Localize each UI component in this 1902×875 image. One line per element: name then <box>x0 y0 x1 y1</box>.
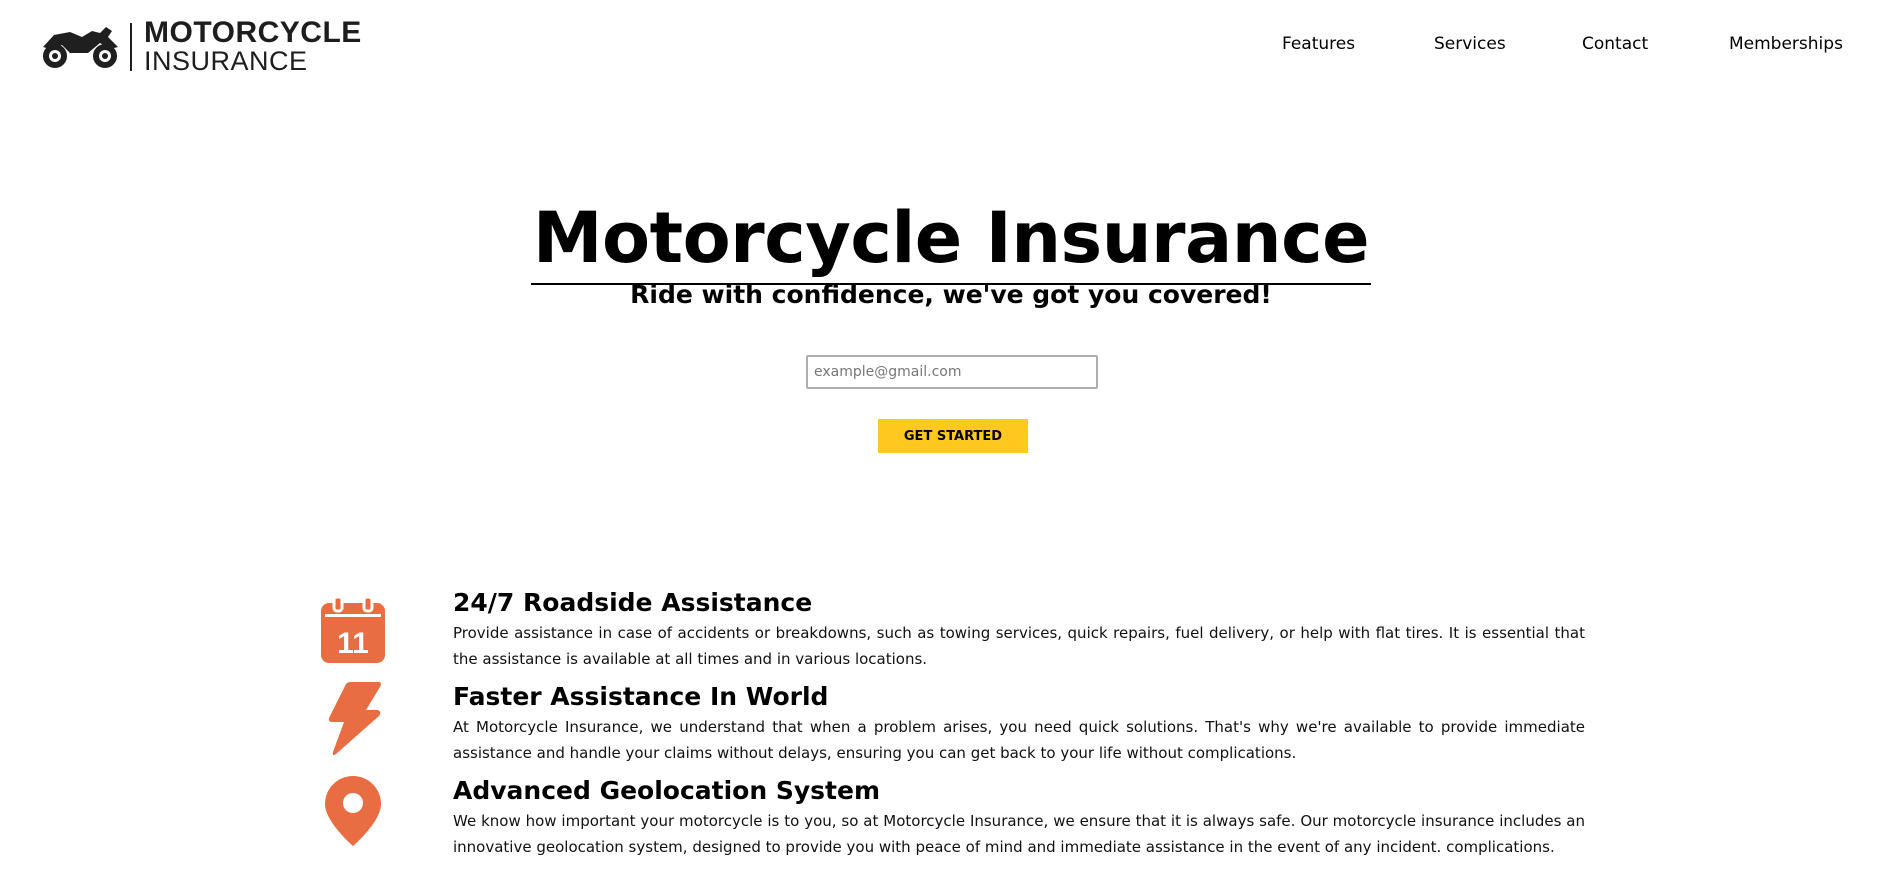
feature-description: We know how important your motorcycle is… <box>453 812 1585 856</box>
nav-link-contact[interactable]: Contact <box>1582 34 1648 54</box>
feature-title: 24/7 Roadside Assistance <box>453 588 813 617</box>
motorcycle-icon <box>43 26 118 68</box>
calendar-day-number: 11 <box>337 627 369 660</box>
brand-line-2: INSURANCE <box>144 46 308 76</box>
feature-description: At Motorcycle Insurance, we understand t… <box>453 718 1585 762</box>
brand-wordmark: MOTORCYCLE INSURANCE <box>144 18 362 75</box>
hero-subtitle: Ride with confidence, we've got you cove… <box>630 280 1272 309</box>
hero-title-wrap: Motorcycle Insurance <box>0 197 1902 285</box>
nav-link-features[interactable]: Features <box>1282 34 1355 54</box>
feature-description: Provide assistance in case of accidents … <box>453 624 1585 668</box>
hero-title: Motorcycle Insurance <box>530 197 1372 285</box>
get-started-button[interactable]: GET STARTED <box>878 419 1028 453</box>
nav-link-memberships[interactable]: Memberships <box>1729 34 1843 54</box>
email-input[interactable] <box>806 355 1098 389</box>
lightning-icon <box>328 682 381 756</box>
feature-title: Advanced Geolocation System <box>453 776 881 805</box>
calendar-icon: 11 <box>321 597 385 663</box>
main-nav: Features Services Contact Memberships <box>1202 34 1902 58</box>
brand-line-1: MOTORCYCLE <box>144 16 362 49</box>
nav-link-services[interactable]: Services <box>1434 34 1506 54</box>
location-pin-icon <box>325 776 381 846</box>
brand-logo[interactable]: MOTORCYCLE INSURANCE <box>40 18 362 75</box>
feature-title: Faster Assistance In World <box>453 682 829 711</box>
logo-divider <box>130 22 132 71</box>
site-header: MOTORCYCLE INSURANCE Features Services C… <box>0 0 1902 90</box>
